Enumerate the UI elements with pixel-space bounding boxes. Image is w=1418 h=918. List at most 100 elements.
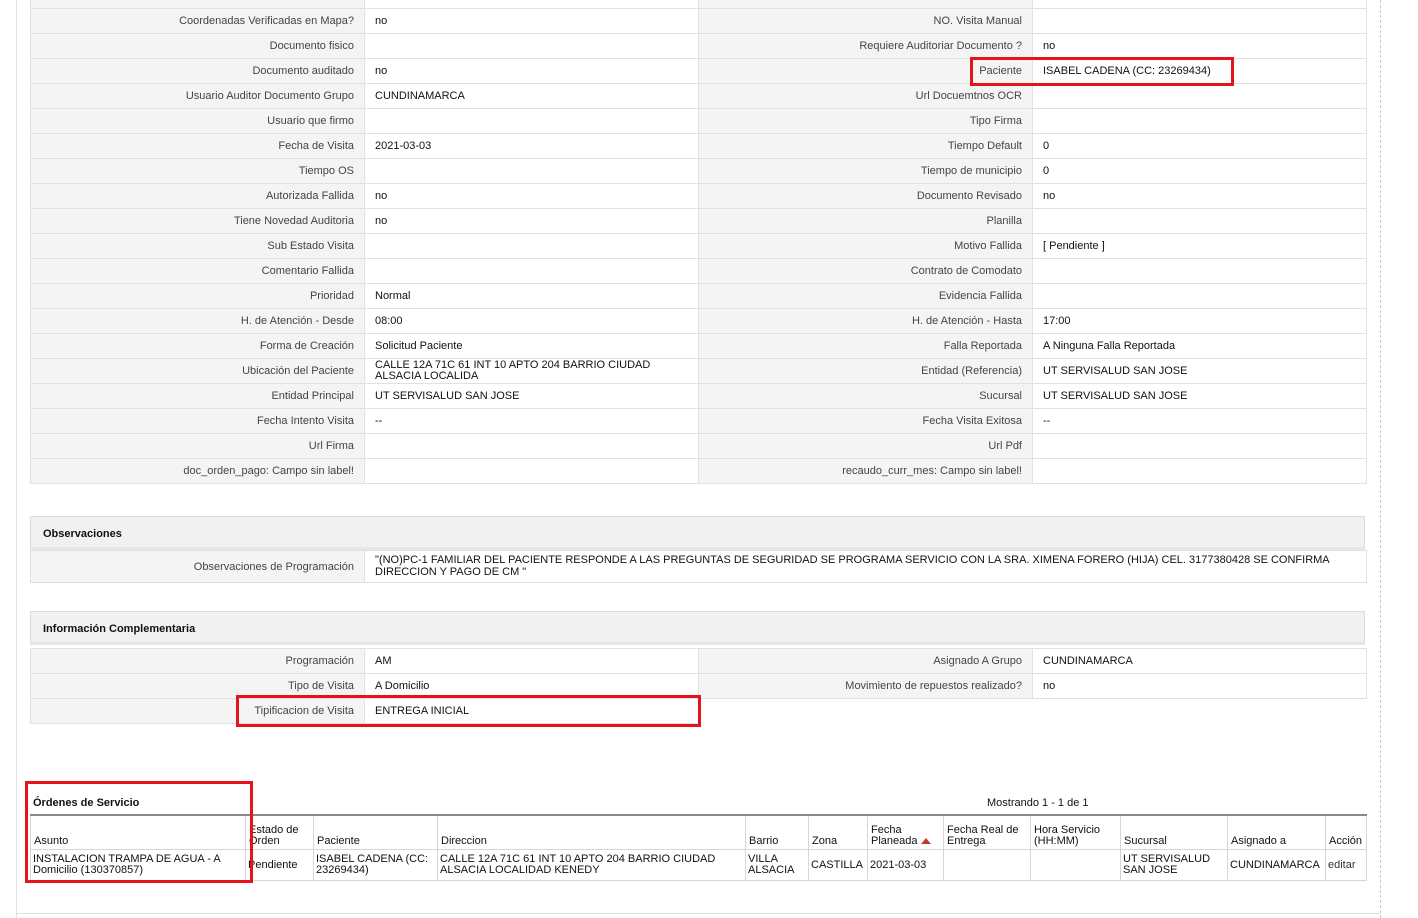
detail-right-label: recaudo_curr_mes: Campo sin label! bbox=[698, 458, 1033, 484]
detail-right-value: A Ninguna Falla Reportada bbox=[1032, 333, 1367, 359]
detail-row: Usuario Auditor Documento Grupo CUNDINAMA… bbox=[30, 83, 1367, 109]
detail-left-value: no bbox=[364, 183, 699, 209]
detail-left-label: Tiempo OS bbox=[30, 158, 365, 184]
detail-right-label: NO. Visita Manual bbox=[698, 8, 1033, 34]
detail-right-label: H. de Atención - Hasta bbox=[698, 308, 1033, 334]
asignado-grupo-value: CUNDINAMARCA bbox=[1032, 648, 1367, 674]
detail-left-label: Tiene Novedad Auditoria bbox=[30, 208, 365, 234]
detail-row: Url Firma Url Pdf bbox=[30, 433, 1367, 459]
detail-right-value: no bbox=[1032, 183, 1367, 209]
col-hora-servicio[interactable]: Hora Servicio (HH:MM) bbox=[1030, 814, 1121, 850]
col-paciente[interactable]: Paciente bbox=[313, 814, 438, 850]
detail-left-label: Forma de Creación bbox=[30, 333, 365, 359]
detail-left-label: Coordenadas Verificadas en Mapa? bbox=[30, 8, 365, 34]
detail-right-label: Planilla bbox=[698, 208, 1033, 234]
detail-left-label: doc_orden_pago: Campo sin label! bbox=[30, 458, 365, 484]
col-fecha-real[interactable]: Fecha Real de Entrega bbox=[943, 814, 1031, 850]
order-asunto: INSTALACION TRAMPA DE AGUA - A Domicilio… bbox=[30, 849, 246, 881]
order-hora bbox=[1030, 849, 1121, 881]
detail-right-value bbox=[1032, 108, 1367, 134]
detail-right-value bbox=[1032, 83, 1367, 109]
detail-left-value: CUNDINAMARCA bbox=[364, 83, 699, 109]
detail-right-value bbox=[1032, 8, 1367, 34]
tipo-visita-label: Tipo de Visita bbox=[30, 673, 365, 699]
detail-right-label: Paciente bbox=[698, 58, 1033, 84]
detail-left-value: Normal bbox=[364, 283, 699, 309]
detail-right-value: 17:00 bbox=[1032, 308, 1367, 334]
col-accion: Acción bbox=[1325, 814, 1367, 850]
col-asignado[interactable]: Asignado a bbox=[1227, 814, 1326, 850]
detail-row: Fecha de Visita 2021-03-03 Tiempo Default 0 bbox=[30, 133, 1367, 159]
detail-row: H. de Atención - Desde 08:00 H. de Atenció… bbox=[30, 308, 1367, 334]
orders-header-row: Asunto Estado de Orden Paciente Direccio… bbox=[30, 814, 1367, 850]
programacion-value: AM bbox=[364, 648, 699, 674]
detail-left-value: 2021-03-03 bbox=[364, 133, 699, 159]
detail-row: Comentario Fallida Contrato de Comodato bbox=[30, 258, 1367, 284]
col-estado-orden[interactable]: Estado de Orden bbox=[245, 814, 314, 850]
detail-left-label: Prioridad bbox=[30, 283, 365, 309]
detail-row: Fecha Intento Visita -- Fecha Visita Exito… bbox=[30, 408, 1367, 434]
detail-right-label: Sucursal bbox=[698, 383, 1033, 409]
detail-row: Ubicación del Paciente CALLE 12A 71C 61 I… bbox=[30, 358, 1367, 384]
info-complementaria-table: Programación AM Asignado A Grupo CUNDINA… bbox=[30, 648, 1367, 724]
detail-row: Documento auditado no Paciente ISABEL CADEN… bbox=[30, 58, 1367, 84]
detail-left-value: -- bbox=[364, 408, 699, 434]
col-fecha-planeada[interactable]: Fecha Planeada bbox=[867, 814, 944, 850]
detail-right-value: UT SERVISALUD SAN JOSE bbox=[1032, 358, 1367, 384]
detail-left-value: 08:00 bbox=[364, 308, 699, 334]
col-sucursal[interactable]: Sucursal bbox=[1120, 814, 1228, 850]
order-estado: Pendiente bbox=[245, 849, 314, 881]
col-asunto[interactable]: Asunto bbox=[30, 814, 246, 850]
detail-left-value bbox=[364, 33, 699, 59]
detail-left-value: Solicitud Paciente bbox=[364, 333, 699, 359]
detail-right-value: 0 bbox=[1032, 133, 1367, 159]
detail-left-label: Sub Estado Visita bbox=[30, 233, 365, 259]
orders-pagination-count: Mostrando 1 - 1 de 1 bbox=[987, 797, 1089, 809]
table-row: INSTALACION TRAMPA DE AGUA - A Domicilio… bbox=[30, 849, 1367, 881]
detail-left-value bbox=[364, 233, 699, 259]
tipificacion-visita-value: ENTREGA INICIAL bbox=[364, 698, 699, 724]
col-direccion[interactable]: Direccion bbox=[437, 814, 746, 850]
detail-right-value: [ Pendiente ] bbox=[1032, 233, 1367, 259]
detail-left-label: Usuario Auditor Documento Grupo bbox=[30, 83, 365, 109]
order-fecha-planeada: 2021-03-03 bbox=[867, 849, 944, 881]
page-left-border bbox=[16, 0, 17, 918]
detail-left-value: no bbox=[364, 58, 699, 84]
tipificacion-visita-label: Tipificacion de Visita bbox=[30, 698, 365, 724]
col-zona[interactable]: Zona bbox=[808, 814, 868, 850]
detail-right-label: Url Docuemtnos OCR bbox=[698, 83, 1033, 109]
detail-right-value: UT SERVISALUD SAN JOSE bbox=[1032, 383, 1367, 409]
visit-details-table: Coordenadas Verificadas en Mapa? no NO. Vi… bbox=[30, 8, 1367, 484]
detail-left-value bbox=[364, 108, 699, 134]
order-fecha-real bbox=[943, 849, 1031, 881]
detail-right-value bbox=[1032, 258, 1367, 284]
detail-left-value bbox=[364, 258, 699, 284]
detail-left-value: CALLE 12A 71C 61 INT 10 APTO 204 BARRIO … bbox=[364, 358, 699, 384]
order-asignado: CUNDINAMARCA bbox=[1227, 849, 1326, 881]
detail-right-label: Falla Reportada bbox=[698, 333, 1033, 359]
detail-right-label: Url Pdf bbox=[698, 433, 1033, 459]
detail-left-label: Comentario Fallida bbox=[30, 258, 365, 284]
order-sucursal: UT SERVISALUD SAN JOSE bbox=[1120, 849, 1228, 881]
order-direccion: CALLE 12A 71C 61 INT 10 APTO 204 BARRIO … bbox=[437, 849, 746, 881]
detail-row: Autorizada Fallida no Documento Revisado no bbox=[30, 183, 1367, 209]
observaciones-header: Observaciones bbox=[30, 516, 1365, 550]
detail-row: Entidad Principal UT SERVISALUD SAN JOSE S… bbox=[30, 383, 1367, 409]
detail-left-label: Documento fisico bbox=[30, 33, 365, 59]
edit-order-link[interactable]: editar bbox=[1328, 859, 1356, 871]
detail-row: Prioridad Normal Evidencia Fallida bbox=[30, 283, 1367, 309]
detail-right-label: Tiempo Default bbox=[698, 133, 1033, 159]
detail-left-label: Documento auditado bbox=[30, 58, 365, 84]
detail-row: Usuario que firmo Tipo Firma bbox=[30, 108, 1367, 134]
order-zona: CASTILLA bbox=[808, 849, 868, 881]
detail-right-label: Contrato de Comodato bbox=[698, 258, 1033, 284]
detail-right-label: Documento Revisado bbox=[698, 183, 1033, 209]
col-fecha-planeada-label: Fecha Planeada bbox=[871, 824, 918, 847]
detail-right-value bbox=[1032, 208, 1367, 234]
col-barrio[interactable]: Barrio bbox=[745, 814, 809, 850]
detail-right-label: Entidad (Referencia) bbox=[698, 358, 1033, 384]
page-bottom-border bbox=[16, 913, 1380, 914]
observaciones-label: Observaciones de Programación bbox=[30, 550, 365, 583]
sort-ascending-icon[interactable] bbox=[920, 838, 931, 844]
tipo-visita-value: A Domicilio bbox=[364, 673, 699, 699]
